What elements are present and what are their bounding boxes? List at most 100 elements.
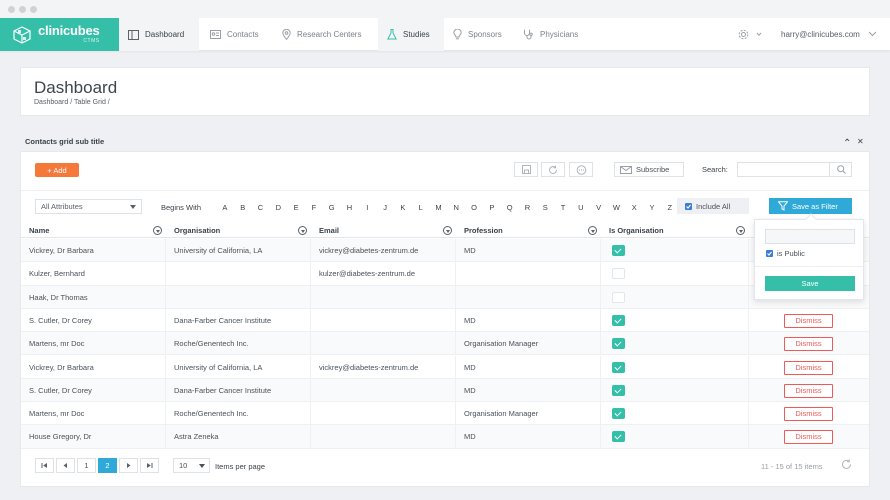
checkbox-checked-icon[interactable]	[612, 384, 625, 396]
window-minimize-dot[interactable]	[19, 6, 26, 13]
next-page-button[interactable]	[119, 458, 138, 473]
is-public-toggle[interactable]: is Public	[766, 249, 805, 258]
table-row[interactable]: Kulzer, Bernhard kulzer@diabetes-zentrum.…	[21, 262, 869, 286]
page-1-button[interactable]: 1	[77, 458, 96, 473]
column-menu-icon[interactable]	[588, 226, 597, 235]
dismiss-button[interactable]: Dismiss	[784, 407, 833, 422]
table-row[interactable]: Martens, mr Doc Roche/Genentech Inc. Organ…	[21, 402, 869, 426]
letter-filter-b[interactable]: B	[234, 203, 252, 212]
refresh-tool-button[interactable]	[541, 162, 565, 177]
letter-filter-f[interactable]: F	[305, 203, 323, 212]
nav-item-physicians[interactable]: Physicians	[516, 18, 596, 51]
letter-filter-e[interactable]: E	[287, 203, 305, 212]
checkbox-checked-icon[interactable]	[766, 250, 773, 257]
checkbox-checked-icon[interactable]	[685, 202, 692, 210]
letter-filter-s[interactable]: S	[536, 203, 554, 212]
nav-item-research-centers[interactable]: Research Centers	[273, 18, 373, 51]
nav-item-dashboard[interactable]: Dashboard	[119, 18, 199, 51]
save-tool-button[interactable]	[514, 162, 538, 177]
table-row[interactable]: Vickrey, Dr Barbara University of Califor…	[21, 355, 869, 379]
column-header-organisation[interactable]: Organisation	[166, 223, 311, 238]
collapse-icon[interactable]: ⌃	[843, 138, 851, 149]
last-page-button[interactable]	[140, 458, 159, 473]
letter-filter-v[interactable]: V	[590, 203, 608, 212]
letter-filter-w[interactable]: W	[608, 203, 626, 212]
letter-filter-k[interactable]: K	[394, 203, 412, 212]
prev-page-button[interactable]	[56, 458, 75, 473]
letter-filter-a[interactable]: A	[216, 203, 234, 212]
table-row[interactable]: Haak, Dr Thomas	[21, 285, 869, 309]
letter-filter-c[interactable]: C	[252, 203, 270, 212]
save-as-filter-button[interactable]: Save as Filter	[769, 198, 852, 214]
column-header-profession[interactable]: Profession	[456, 223, 601, 238]
letter-filter-m[interactable]: M	[430, 203, 448, 212]
include-all-toggle[interactable]: Include All	[677, 198, 749, 214]
letter-filter-j[interactable]: J	[376, 203, 394, 212]
dismiss-button[interactable]: Dismiss	[784, 430, 833, 445]
nav-item-contacts[interactable]: Contacts	[202, 18, 270, 51]
settings-menu[interactable]	[738, 29, 764, 42]
close-icon[interactable]: ✕	[857, 137, 864, 146]
checkbox-checked-icon[interactable]	[612, 338, 625, 350]
letter-filter-y[interactable]: Y	[643, 203, 661, 212]
nav-item-sponsors[interactable]: Sponsors	[446, 18, 514, 51]
search-button[interactable]	[829, 162, 852, 177]
more-tool-button[interactable]	[569, 162, 593, 177]
column-header-name[interactable]: Name	[21, 223, 166, 238]
letter-filter-t[interactable]: T	[554, 203, 572, 212]
table-row[interactable]: Vickrey, Dr Barbara University of Califor…	[21, 239, 869, 263]
items-per-page-select[interactable]: 10	[173, 458, 210, 473]
letter-filter-p[interactable]: P	[483, 203, 501, 212]
attribute-select[interactable]: All Attributes	[35, 199, 142, 214]
column-menu-icon[interactable]	[153, 226, 162, 235]
letter-filter-u[interactable]: U	[572, 203, 590, 212]
letter-filter-q[interactable]: Q	[501, 203, 519, 212]
table-row[interactable]: S. Cutler, Dr Corey Dana-Farber Cancer In…	[21, 308, 869, 333]
add-button[interactable]: + Add	[35, 163, 79, 177]
dismiss-button[interactable]: Dismiss	[784, 360, 833, 375]
column-header-email[interactable]: Email	[311, 223, 456, 238]
gear-icon	[738, 29, 762, 40]
save-filter-button[interactable]: Save	[765, 276, 855, 291]
letter-filter-i[interactable]: I	[358, 203, 376, 212]
cell-profession: Organisation Manager	[456, 402, 601, 426]
page-2-button[interactable]: 2	[98, 458, 117, 473]
table-row[interactable]: Martens, mr Doc Roche/Genentech Inc. Organ…	[21, 332, 869, 356]
checkbox-checked-icon[interactable]	[612, 314, 625, 326]
window-close-dot[interactable]	[8, 6, 15, 13]
checkbox-unchecked-icon[interactable]	[612, 291, 625, 303]
subscribe-button[interactable]: Subscribe	[614, 162, 684, 177]
table-row[interactable]: House Gregory, Dr Astra Zeneka MD Dismiss	[21, 425, 869, 449]
dismiss-button[interactable]: Dismiss	[784, 337, 833, 352]
checkbox-checked-icon[interactable]	[612, 431, 625, 443]
checkbox-checked-icon[interactable]	[612, 245, 625, 256]
checkbox-checked-icon[interactable]	[612, 408, 625, 420]
checkbox-checked-icon[interactable]	[612, 361, 625, 373]
nav-item-studies[interactable]: Studies	[378, 18, 444, 51]
letter-filter-r[interactable]: R	[519, 203, 537, 212]
filter-name-input[interactable]	[765, 229, 855, 244]
letter-filter-h[interactable]: H	[341, 203, 359, 212]
first-page-button[interactable]	[35, 458, 54, 473]
column-menu-icon[interactable]	[443, 226, 452, 235]
user-menu[interactable]: harry@clinicubes.com	[781, 30, 877, 39]
refresh-grid-button[interactable]	[841, 459, 852, 472]
cell-email	[311, 308, 456, 333]
letter-filter-n[interactable]: N	[447, 203, 465, 212]
letter-filter-x[interactable]: X	[625, 203, 643, 212]
dismiss-button[interactable]: Dismiss	[784, 313, 833, 328]
window-maximize-dot[interactable]	[30, 6, 37, 13]
checkbox-unchecked-icon[interactable]	[612, 268, 625, 280]
letter-filter-d[interactable]: D	[269, 203, 287, 212]
letter-filter-o[interactable]: O	[465, 203, 483, 212]
column-menu-icon[interactable]	[298, 226, 307, 235]
dismiss-button[interactable]: Dismiss	[784, 383, 833, 398]
brand-logo[interactable]: clinicubes CTMS	[0, 18, 119, 51]
letter-filter-l[interactable]: L	[412, 203, 430, 212]
breadcrumb[interactable]: Dashboard / Table Grid /	[34, 99, 110, 106]
prev-page-icon	[63, 463, 67, 468]
table-row[interactable]: S. Cutler, Dr Corey Dana-Farber Cancer In…	[21, 378, 869, 403]
column-menu-icon[interactable]	[736, 226, 745, 235]
letter-filter-g[interactable]: G	[323, 203, 341, 212]
column-header-is-organisation[interactable]: Is Organisation	[601, 223, 749, 238]
